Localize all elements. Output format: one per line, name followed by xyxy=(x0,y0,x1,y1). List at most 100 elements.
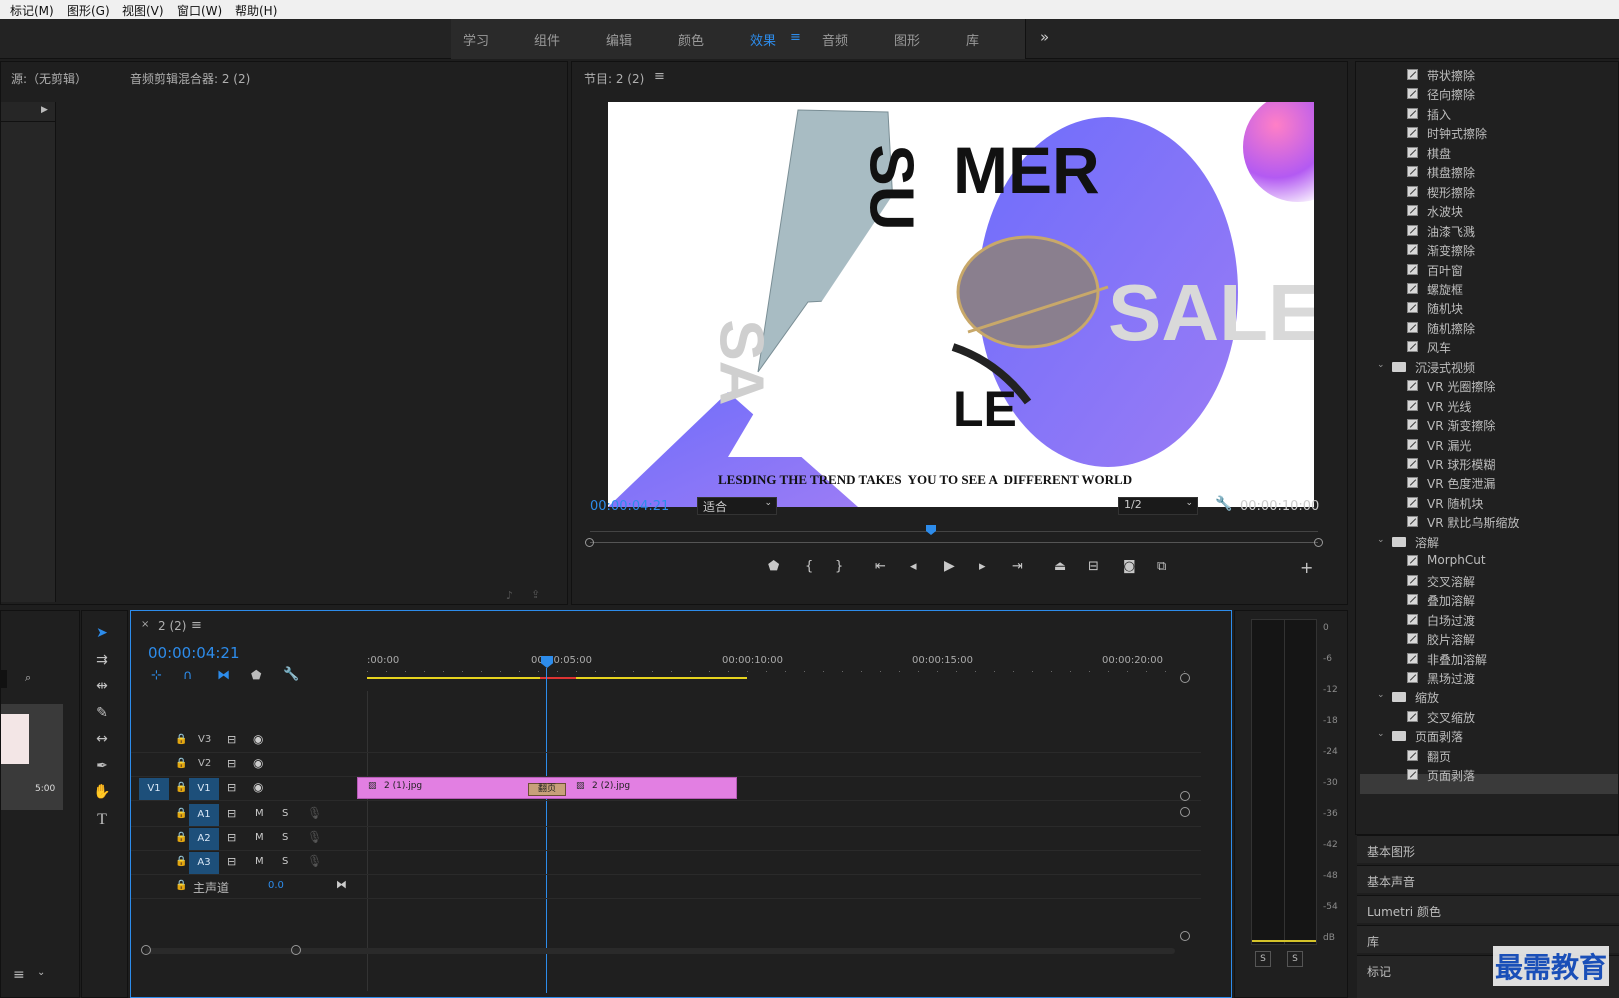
solo-button[interactable]: S xyxy=(282,832,288,843)
chevron-down-icon[interactable]: ⌄ xyxy=(1377,360,1385,370)
add-marker-icon[interactable]: ⬟ xyxy=(251,668,261,682)
list-view-icon[interactable]: ≡ xyxy=(13,967,25,983)
type-tool-icon[interactable]: T xyxy=(92,811,112,831)
project-search[interactable] xyxy=(1,670,7,688)
workspace-overflow-icon[interactable]: » xyxy=(1040,28,1049,46)
camera-icon[interactable]: ◙ xyxy=(1123,559,1136,574)
lock-icon[interactable]: 🔒 xyxy=(175,734,187,745)
effect-folder[interactable]: ⌄ 沉浸式视频 xyxy=(1377,358,1607,377)
microphone-icon[interactable]: 🎙 xyxy=(307,854,322,868)
sync-lock-icon[interactable]: ⊟ xyxy=(227,757,236,770)
effect-item[interactable]: VR 光圈擦除 xyxy=(1407,377,1617,396)
solo-button[interactable]: S xyxy=(282,808,288,819)
program-ruler[interactable] xyxy=(590,522,1318,535)
lock-icon[interactable]: 🔒 xyxy=(175,880,187,891)
go-to-end-icon[interactable]: ⧓ xyxy=(336,878,347,891)
effect-item[interactable]: 螺旋框 xyxy=(1407,280,1617,299)
effect-item[interactable]: VR 光线 xyxy=(1407,397,1617,416)
lock-icon[interactable]: 🔒 xyxy=(175,856,187,867)
program-timecode[interactable]: 00:00:04:21 xyxy=(590,499,669,514)
sync-lock-icon[interactable]: ⊟ xyxy=(227,733,236,746)
selection-tool-icon[interactable]: ➤ xyxy=(92,625,112,645)
effect-item[interactable]: VR 渐变擦除 xyxy=(1407,416,1617,435)
hand-tool-icon[interactable]: ✋ xyxy=(92,784,112,804)
menu-window[interactable]: 窗口(W) xyxy=(177,2,222,19)
effect-item[interactable]: MorphCut xyxy=(1407,552,1617,571)
resolution-dropdown[interactable]: 1/2 ⌄ xyxy=(1118,497,1198,515)
effect-item[interactable]: 胶片溶解 xyxy=(1407,630,1617,649)
transition-block[interactable]: 翻页 xyxy=(528,783,566,796)
effect-item[interactable]: 渐变擦除 xyxy=(1407,241,1617,260)
step-forward-icon[interactable]: ▸ xyxy=(979,559,986,574)
play-icon[interactable]: ▶ xyxy=(944,558,955,574)
source-patch-v1[interactable]: V1 xyxy=(139,778,169,800)
solo-button[interactable]: S xyxy=(282,856,288,867)
effect-item[interactable]: 插入 xyxy=(1407,105,1617,124)
snap-icon[interactable]: ⊹ xyxy=(151,668,162,683)
effect-item[interactable]: VR 色度泄漏 xyxy=(1407,474,1617,493)
effect-item[interactable]: 水波块 xyxy=(1407,202,1617,221)
effect-folder[interactable]: ⌄ 溶解 xyxy=(1377,533,1607,552)
mute-button[interactable]: M xyxy=(255,808,264,819)
effect-folder[interactable]: ⌄ 页面剥落 xyxy=(1377,727,1607,746)
menu-graphics[interactable]: 图形(G) xyxy=(67,2,110,19)
add-button-icon[interactable]: + xyxy=(1300,558,1313,577)
vscroll-handle[interactable] xyxy=(1180,791,1190,801)
tab-source[interactable]: 源:（无剪辑） xyxy=(11,70,87,87)
effect-item[interactable]: 随机擦除 xyxy=(1407,319,1617,338)
play-triangle-icon[interactable]: ▶ xyxy=(41,105,48,115)
find-icon[interactable]: ⌕ xyxy=(25,671,31,685)
workspace-color[interactable]: 颜色 xyxy=(678,30,704,49)
effect-item[interactable]: VR 随机块 xyxy=(1407,494,1617,513)
solo-left-button[interactable]: S xyxy=(1255,951,1271,967)
effect-item[interactable]: 风车 xyxy=(1407,338,1617,357)
scroll-handle-right[interactable] xyxy=(291,945,301,955)
lock-icon[interactable]: 🔒 xyxy=(175,808,187,819)
playhead-marker[interactable] xyxy=(926,525,936,535)
mute-button[interactable]: M xyxy=(255,832,264,843)
effect-item[interactable]: 楔形擦除 xyxy=(1407,183,1617,202)
section-essential-graphics[interactable]: 基本图形 xyxy=(1357,835,1619,863)
zoom-handle-left[interactable] xyxy=(585,538,594,547)
export-frame-icon[interactable]: ⇪ xyxy=(531,588,540,601)
effect-item[interactable]: 百叶窗 xyxy=(1407,261,1617,280)
lock-icon[interactable]: 🔒 xyxy=(175,782,187,793)
effect-item[interactable]: 叠加溶解 xyxy=(1407,591,1617,610)
extract-icon[interactable]: ⊟ xyxy=(1088,559,1099,574)
pen-tool-icon[interactable]: ✒ xyxy=(92,758,112,778)
effect-item[interactable]: 随机块 xyxy=(1407,299,1617,318)
effect-item[interactable]: 带状擦除 xyxy=(1407,66,1617,85)
mute-button[interactable]: M xyxy=(255,856,264,867)
lock-icon[interactable]: 🔒 xyxy=(175,832,187,843)
vscroll-handle[interactable] xyxy=(1180,807,1190,817)
workspace-audio[interactable]: 音频 xyxy=(822,30,848,49)
vscroll-handle[interactable] xyxy=(1180,931,1190,941)
effect-item[interactable]: 油漆飞溅 xyxy=(1407,222,1617,241)
magnet-icon[interactable]: ∩ xyxy=(183,668,193,683)
sequence-tab[interactable]: 2 (2) xyxy=(158,619,186,633)
workspace-menu-icon[interactable]: ≡ xyxy=(790,30,801,45)
sync-lock-icon[interactable]: ⊟ xyxy=(227,807,236,820)
slip-tool-icon[interactable]: ↔ xyxy=(92,731,112,751)
effect-item[interactable]: 交叉溶解 xyxy=(1407,572,1617,591)
go-to-in-icon[interactable]: ⇤ xyxy=(875,559,886,574)
track-label[interactable]: V1 xyxy=(189,778,219,800)
program-title[interactable]: 节目: 2 (2) xyxy=(584,70,644,87)
track-select-tool-icon[interactable]: ⇉ xyxy=(92,652,112,672)
export-audio-icon[interactable]: ♪ xyxy=(506,589,513,602)
chevron-down-icon[interactable]: ⌄ xyxy=(1377,729,1385,739)
ripple-edit-tool-icon[interactable]: ⇹ xyxy=(92,678,112,698)
effect-item[interactable]: VR 球形模糊 xyxy=(1407,455,1617,474)
program-menu-icon[interactable]: ≡ xyxy=(654,69,665,84)
chevron-down-icon[interactable]: ⌄ xyxy=(37,967,45,978)
mark-out-icon[interactable]: } xyxy=(835,559,843,574)
timeline-timecode[interactable]: 00:00:04:21 xyxy=(148,644,240,662)
clip-thumbnail[interactable]: 5:00 xyxy=(1,704,63,810)
workspace-assembly[interactable]: 组件 xyxy=(534,30,560,49)
master-volume[interactable]: 0.0 xyxy=(268,880,284,891)
compare-icon[interactable]: ⧉ xyxy=(1157,559,1166,574)
effect-item[interactable]: 白场过渡 xyxy=(1407,611,1617,630)
microphone-icon[interactable]: 🎙 xyxy=(307,830,322,844)
workspace-effects[interactable]: 效果 xyxy=(750,30,776,49)
effect-item[interactable]: VR 漏光 xyxy=(1407,436,1617,455)
